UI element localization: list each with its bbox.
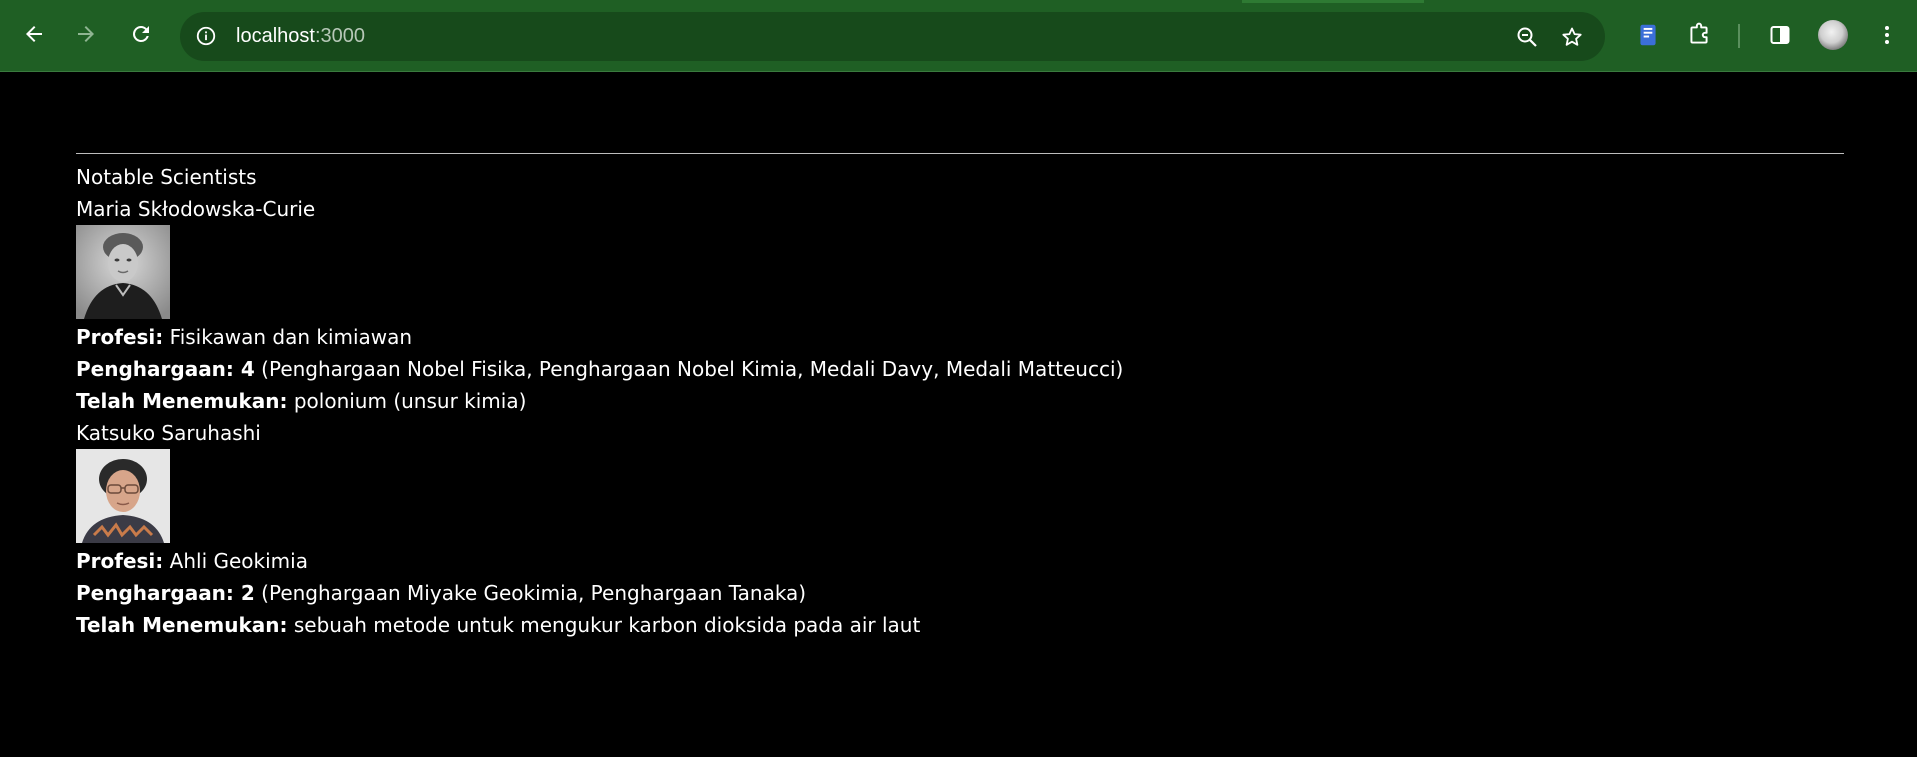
- profession-label: Profesi:: [76, 549, 164, 573]
- profession-label: Profesi:: [76, 325, 164, 349]
- zoom-out-icon[interactable]: [1514, 24, 1540, 50]
- awards-row: Penghargaan: 4 (Penghargaan Nobel Fisika…: [76, 353, 1776, 385]
- scientist-card: Maria Skłodowska-Curie Profesi: Fisikawa…: [76, 193, 1776, 417]
- reload-icon: [133, 25, 149, 42]
- kebab-menu-icon[interactable]: [1871, 19, 1903, 51]
- scientist-photo: [76, 225, 170, 319]
- forward-arrow-icon: [78, 26, 94, 42]
- back-button[interactable]: [16, 16, 52, 52]
- discovery-value: sebuah metode untuk mengukur karbon diok…: [293, 613, 921, 637]
- scientist-photo: [76, 449, 170, 543]
- awards-label: Penghargaan: 2: [76, 581, 255, 605]
- address-bar[interactable]: localhost:3000: [180, 12, 1605, 61]
- awards-row: Penghargaan: 2 (Penghargaan Miyake Geoki…: [76, 577, 1776, 609]
- discovery-label: Telah Menemukan:: [76, 613, 288, 637]
- profession-value: Fisikawan dan kimiawan: [169, 325, 413, 349]
- awards-value: (Penghargaan Miyake Geokimia, Penghargaa…: [261, 581, 807, 605]
- puzzle-icon[interactable]: [1683, 19, 1715, 51]
- avatar[interactable]: [1818, 20, 1848, 50]
- reading-list-icon[interactable]: [1632, 19, 1664, 51]
- discovery-row: Telah Menemukan: sebuah metode untuk men…: [76, 609, 1776, 641]
- back-arrow-icon: [26, 26, 42, 42]
- side-panel-icon[interactable]: [1764, 19, 1796, 51]
- scientist-name: Katsuko Saruhashi: [76, 421, 261, 445]
- profession-row: Profesi: Ahli Geokimia: [76, 545, 1776, 577]
- page-heading: Notable Scientists: [76, 165, 257, 189]
- forward-button[interactable]: [68, 16, 104, 52]
- profession-row: Profesi: Fisikawan dan kimiawan: [76, 321, 1776, 353]
- scientists-section: Notable Scientists Maria Skłodowska-Curi…: [76, 161, 1776, 641]
- url-port: :3000: [314, 25, 365, 47]
- awards-label: Penghargaan: 4: [76, 357, 255, 381]
- page-viewport: Notable Scientists Maria Skłodowska-Curi…: [0, 73, 1917, 757]
- discovery-label: Telah Menemukan:: [76, 389, 288, 413]
- star-icon[interactable]: [1559, 24, 1585, 50]
- browser-toolbar: localhost:3000: [0, 0, 1917, 72]
- info-icon[interactable]: [194, 24, 218, 48]
- toolbar-separator: [1738, 24, 1740, 48]
- url-text[interactable]: localhost:3000: [236, 25, 365, 48]
- discovery-value: polonium (unsur kimia): [293, 389, 527, 413]
- awards-value: (Penghargaan Nobel Fisika, Penghargaan N…: [261, 357, 1124, 381]
- url-host: localhost: [236, 25, 315, 47]
- discovery-row: Telah Menemukan: polonium (unsur kimia): [76, 385, 1776, 417]
- scientist-name: Maria Skłodowska-Curie: [76, 197, 316, 221]
- scientist-card: Katsuko Saruhashi Profesi: Ahli Geokimia…: [76, 417, 1776, 641]
- active-tab-indicator: [1242, 0, 1424, 3]
- reload-button[interactable]: [123, 16, 159, 52]
- profession-value: Ahli Geokimia: [169, 549, 308, 573]
- horizontal-rule: [76, 153, 1844, 154]
